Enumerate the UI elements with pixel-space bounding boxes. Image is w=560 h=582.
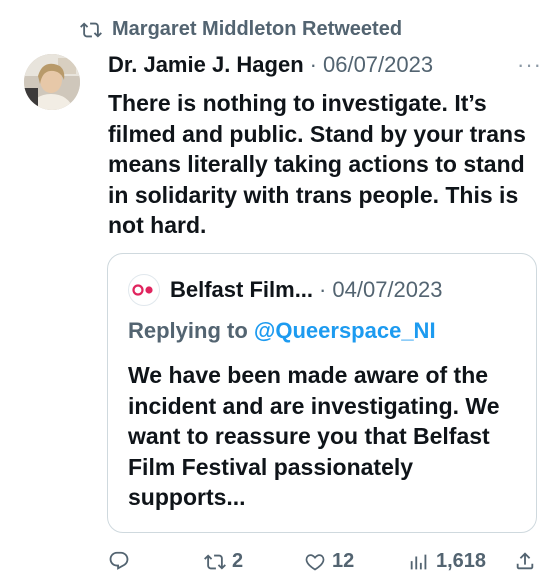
action-bar: 2 12 1,618 — [108, 550, 540, 578]
tweet-header: Dr. Jamie J. Hagen · 06/07/2023 ··· — [108, 52, 542, 78]
reply-button[interactable] — [108, 550, 136, 572]
avatar-photo — [24, 54, 80, 110]
retweet-banner: Margaret Middleton Retweeted — [80, 18, 402, 41]
quote-separator-dot: · — [319, 277, 327, 302]
retweet-action-icon — [204, 554, 226, 569]
avatar[interactable] — [24, 54, 80, 110]
replying-handle-link[interactable]: @Queerspace_NI — [254, 318, 436, 343]
share-icon — [516, 552, 534, 570]
more-options-icon[interactable]: ··· — [517, 52, 542, 78]
views-button[interactable]: 1,618 — [408, 550, 486, 573]
author-name[interactable]: Dr. Jamie J. Hagen — [108, 52, 304, 78]
views-chart-icon — [410, 554, 427, 569]
quote-header: Belfast Film... · 04/07/2023 — [128, 274, 442, 306]
quote-date: 04/07/2023 — [332, 277, 443, 302]
quote-text: We have been made aware of the incident … — [128, 362, 500, 510]
replying-prefix: Replying to — [128, 318, 248, 343]
like-count: 12 — [332, 550, 355, 572]
tweet-text: There is nothing to investigate. It’s fi… — [108, 90, 526, 238]
retweet-button[interactable]: 2 — [204, 550, 243, 573]
tweet-date[interactable]: 06/07/2023 — [323, 52, 433, 78]
belfast-film-festival-logo-icon — [128, 274, 160, 306]
quote-tweet-card[interactable]: Belfast Film... · 04/07/2023 Replying to… — [107, 253, 537, 533]
separator-dot: · — [309, 52, 317, 77]
quote-author-name: Belfast Film... — [170, 277, 314, 302]
like-button[interactable]: 12 — [304, 550, 354, 573]
share-button[interactable] — [514, 550, 536, 572]
retweet-count: 2 — [232, 550, 244, 572]
reply-icon — [109, 551, 129, 570]
views-count: 1,618 — [436, 550, 487, 572]
heart-icon — [305, 553, 325, 570]
retweet-icon — [80, 22, 102, 37]
retweet-label: Margaret Middleton Retweeted — [112, 18, 403, 40]
replying-to: Replying to @Queerspace_NI — [128, 318, 436, 344]
